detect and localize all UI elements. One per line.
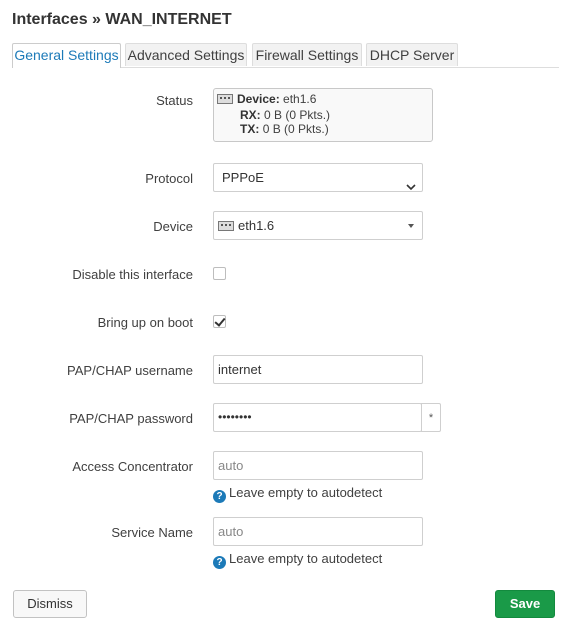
- access-concentrator-hint: ? Leave empty to autodetect: [213, 485, 382, 503]
- reveal-password-button[interactable]: *: [421, 403, 441, 432]
- tab-general-settings[interactable]: General Settings: [12, 43, 121, 68]
- service-name-hint: ? Leave empty to autodetect: [213, 551, 382, 569]
- status-rx-value: 0 B (0 Pkts.): [264, 108, 331, 122]
- help-icon: ?: [213, 556, 226, 569]
- checkmark-icon: [214, 315, 226, 327]
- password-value: ••••••••: [218, 410, 252, 424]
- service-name-hint-text: Leave empty to autodetect: [229, 551, 383, 566]
- status-tx-value: 0 B (0 Pkts.): [262, 122, 329, 136]
- protocol-label: Protocol: [145, 171, 193, 186]
- protocol-value: PPPoE: [222, 170, 264, 185]
- status-label: Status: [156, 93, 193, 108]
- access-concentrator-placeholder: auto: [218, 458, 244, 473]
- device-label: Device: [153, 219, 193, 234]
- service-name-placeholder: auto: [218, 524, 244, 539]
- tab-dhcp-server[interactable]: DHCP Server: [366, 43, 458, 66]
- status-box: Device: eth1.6 RX: 0 B (0 Pkts.) TX: 0 B…: [213, 88, 433, 142]
- username-value: internet: [218, 362, 262, 377]
- username-input[interactable]: internet: [213, 355, 423, 384]
- username-label: PAP/CHAP username: [67, 363, 193, 378]
- disable-interface-checkbox[interactable]: [213, 267, 226, 280]
- access-concentrator-hint-text: Leave empty to autodetect: [229, 485, 383, 500]
- disable-interface-label: Disable this interface: [72, 267, 193, 282]
- tab-bar: General Settings Advanced Settings Firew…: [12, 43, 559, 68]
- access-concentrator-label: Access Concentrator: [72, 459, 193, 474]
- bring-up-on-boot-label: Bring up on boot: [97, 315, 193, 330]
- dismiss-button[interactable]: Dismiss: [13, 590, 87, 618]
- password-input[interactable]: ••••••••: [213, 403, 422, 432]
- service-name-label: Service Name: [111, 525, 193, 540]
- network-port-icon: [217, 93, 233, 108]
- device-dropdown[interactable]: eth1.6: [213, 211, 423, 240]
- help-icon: ?: [213, 490, 226, 503]
- protocol-select[interactable]: PPPoE: [213, 163, 423, 192]
- tab-advanced-settings[interactable]: Advanced Settings: [125, 43, 247, 66]
- access-concentrator-input[interactable]: auto: [213, 451, 423, 480]
- status-rx-key: RX:: [240, 108, 261, 122]
- status-device-value: eth1.6: [283, 92, 317, 106]
- service-name-input[interactable]: auto: [213, 517, 423, 546]
- caret-down-icon: [408, 224, 414, 228]
- tab-firewall-settings[interactable]: Firewall Settings: [252, 43, 362, 66]
- network-port-icon: [218, 214, 234, 241]
- status-device-key: Device:: [237, 92, 280, 106]
- save-button[interactable]: Save: [495, 590, 555, 618]
- page-title: Interfaces » WAN_INTERNET: [12, 11, 232, 28]
- status-tx-key: TX:: [240, 122, 260, 136]
- chevron-down-icon: [406, 173, 416, 200]
- bring-up-on-boot-checkbox[interactable]: [213, 315, 226, 328]
- device-value: eth1.6: [238, 218, 275, 233]
- password-label: PAP/CHAP password: [69, 411, 193, 426]
